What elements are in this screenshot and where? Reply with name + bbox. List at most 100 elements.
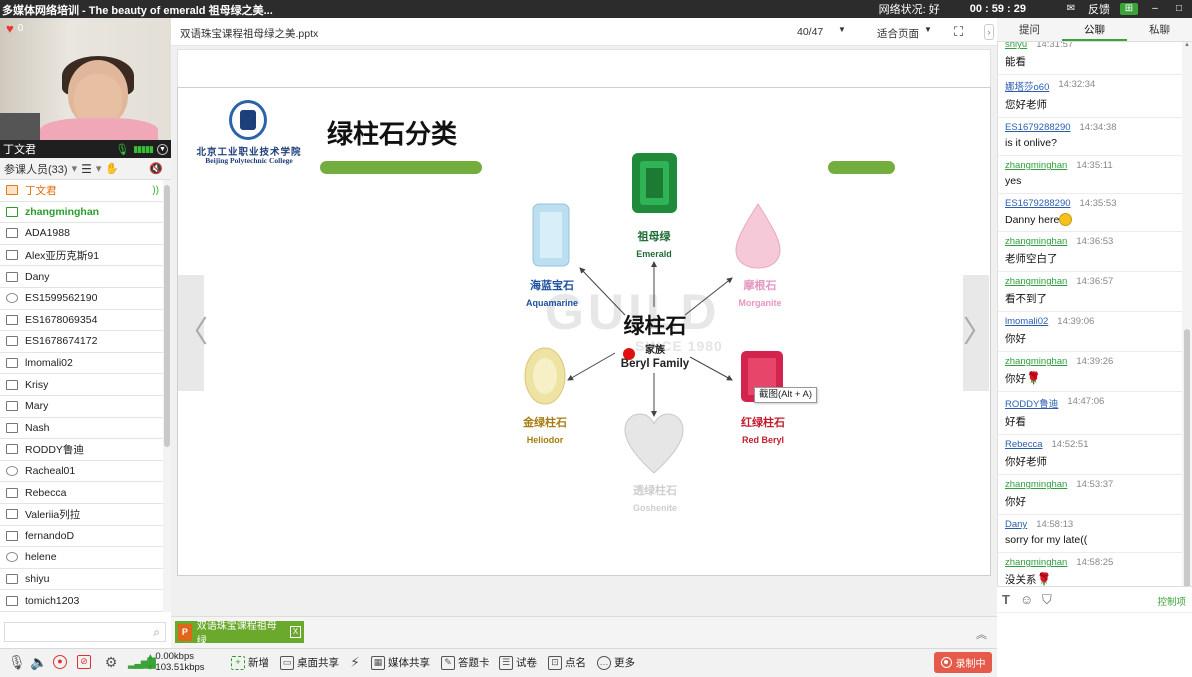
filter-icon[interactable]: ⛉ (1042, 592, 1052, 608)
maximize-icon[interactable]: □ (1172, 3, 1186, 15)
participant-item[interactable]: Krisy (0, 374, 163, 396)
participant-item[interactable]: RODDY鲁迪 (0, 439, 163, 461)
fit-dropdown-icon[interactable]: ▼ (924, 25, 932, 34)
chat-username[interactable]: lmomali02 (1005, 316, 1048, 327)
pc-client-icon (6, 444, 18, 455)
page-indicator[interactable]: 40/47 (797, 26, 823, 38)
participant-item[interactable]: helene (0, 547, 163, 569)
participant-item[interactable]: zhangminghan (0, 202, 163, 224)
chat-message: ES1679288290 14:35:53 Danny here (998, 194, 1182, 232)
participant-item[interactable]: tomich1203 (0, 590, 163, 612)
chat-text: 你好 (1005, 373, 1026, 385)
speaker-button[interactable]: 🔈 (30, 655, 47, 669)
previous-slide-button[interactable]: 〈 (178, 275, 208, 391)
answer-card-label: 答题卡 (458, 657, 490, 669)
more-button[interactable]: … 更多 (597, 655, 635, 670)
logo-en: Beijing Polytechnic College (205, 156, 293, 165)
video-off-button[interactable]: ⊘ (77, 655, 91, 669)
chat-message: zhangminghan 14:36:53 老师空白了 (998, 232, 1182, 272)
media-share-button[interactable]: ▦ 媒体共享 (371, 655, 430, 670)
participants-scrollbar[interactable] (163, 180, 171, 612)
chat-time: 14:53:37 (1076, 479, 1114, 490)
chat-message: 娜塔莎o60 14:32:34 您好老师 (998, 75, 1182, 118)
feedback-button[interactable]: 反馈 (1088, 1, 1110, 17)
participant-item[interactable]: Mary (0, 396, 163, 418)
participant-item[interactable]: Valeriia列拉 (0, 504, 163, 526)
answer-card-button[interactable]: ✎ 答题卡 (441, 655, 490, 670)
participant-item[interactable]: Rebecca (0, 482, 163, 504)
tab-public-chat[interactable]: 公聊 (1062, 18, 1127, 41)
record-button[interactable]: 录制中 (934, 652, 992, 673)
participant-item[interactable]: Racheal01 (0, 461, 163, 483)
file-tab[interactable]: P 双语珠宝课程祖母绿 X (175, 621, 304, 647)
chat-username[interactable]: zhangminghan (1005, 356, 1067, 367)
share-icon[interactable]: ⊞ (1120, 3, 1138, 15)
chat-username[interactable]: shiyu (1005, 42, 1027, 50)
new-button[interactable]: + 新增 (231, 655, 269, 670)
participant-item[interactable]: shiyu (0, 569, 163, 591)
participants-count: 参课人员(33) (4, 163, 68, 176)
participant-item[interactable]: lmomali02 (0, 353, 163, 375)
chat-username[interactable]: zhangminghan (1005, 160, 1067, 171)
tab-private-chat[interactable]: 私聊 (1127, 18, 1192, 41)
chat-username[interactable]: zhangminghan (1005, 479, 1067, 490)
chat-scrollbar[interactable]: ▲ (1182, 42, 1192, 599)
participant-item[interactable]: Alex亚历克斯91 (0, 245, 163, 267)
mic-button[interactable]: 🎙 (8, 655, 26, 669)
chat-username[interactable]: Dany (1005, 519, 1027, 530)
participant-item[interactable]: Dany (0, 266, 163, 288)
next-slide-button[interactable]: 〉 (963, 275, 993, 391)
chat-username[interactable]: zhangminghan (1005, 557, 1067, 568)
list-sort-icon[interactable]: ☰ (81, 162, 92, 176)
close-icon[interactable]: X (290, 626, 301, 638)
minimize-icon[interactable]: – (1148, 3, 1162, 15)
chat-username[interactable]: zhangminghan (1005, 236, 1067, 247)
tab-questions[interactable]: 提问 (997, 18, 1062, 41)
chevron-down-icon[interactable]: ▾ (96, 162, 102, 175)
chat-time: 14:36:57 (1076, 276, 1114, 287)
feedback-icon[interactable]: ✉ (1064, 3, 1078, 15)
chat-input[interactable] (997, 612, 1192, 677)
chat-username[interactable]: 娜塔莎o60 (1005, 79, 1049, 93)
participant-item[interactable]: fernandoD (0, 526, 163, 548)
raise-hand-icon[interactable]: ✋ (105, 162, 119, 175)
settings-button[interactable]: ⚙ (104, 655, 118, 669)
chevron-down-icon[interactable]: ▼ (157, 143, 168, 155)
fullscreen-icon[interactable]: ⛶ (954, 24, 963, 40)
microphone-icon[interactable]: 🎙 (115, 143, 129, 156)
fit-mode-select[interactable]: 适合页面 (877, 26, 919, 41)
chat-text: 你好 (1005, 333, 1026, 345)
chat-username[interactable]: RODDY鲁迪 (1005, 396, 1058, 410)
emoji-icon[interactable]: ☺ (1020, 592, 1033, 607)
chat-username[interactable]: zhangminghan (1005, 276, 1067, 287)
teacher-video[interactable] (0, 18, 171, 140)
chat-time: 14:36:53 (1076, 236, 1114, 247)
chevron-up-icon[interactable]: ︽ (976, 626, 987, 642)
participant-item[interactable]: ES1599562190 (0, 288, 163, 310)
chat-message: shiyu 14:31:57 能看 (998, 42, 1182, 75)
chat-username[interactable]: ES1679288290 (1005, 198, 1071, 209)
participant-item[interactable]: ES1678069354 (0, 310, 163, 332)
participant-search-input[interactable]: ⌕ (4, 622, 166, 642)
scroll-up-icon[interactable]: ▲ (1182, 42, 1192, 54)
camera-button[interactable]: ● (53, 655, 67, 669)
chat-username[interactable]: Rebecca (1005, 439, 1043, 450)
like-counter[interactable]: ♥ 0 (0, 20, 40, 36)
lightning-button[interactable]: ⚡ (348, 655, 362, 669)
search-icon[interactable]: ⌕ (153, 625, 160, 640)
desktop-share-button[interactable]: ▭ 桌面共享 (280, 655, 339, 670)
participant-item[interactable]: Nash (0, 418, 163, 440)
participant-item[interactable]: ADA1988 (0, 223, 163, 245)
control-options-link[interactable]: 控制项 (1157, 594, 1186, 608)
mute-all-icon[interactable]: 🔇 (149, 162, 163, 175)
quiz-button[interactable]: ☰ 试卷 (499, 655, 537, 670)
participant-item[interactable]: ES1678674172 (0, 331, 163, 353)
text-format-icon[interactable]: T (1002, 592, 1010, 607)
record-icon (940, 657, 952, 668)
participant-item[interactable]: 丁文君)) (0, 180, 163, 202)
collapse-panel-icon[interactable]: › (984, 24, 994, 40)
chevron-down-icon[interactable]: ▾ (72, 162, 78, 175)
page-dropdown-icon[interactable]: ▼ (838, 25, 846, 34)
roll-call-button[interactable]: ⊡ 点名 (548, 655, 586, 670)
chat-username[interactable]: ES1679288290 (1005, 122, 1071, 133)
